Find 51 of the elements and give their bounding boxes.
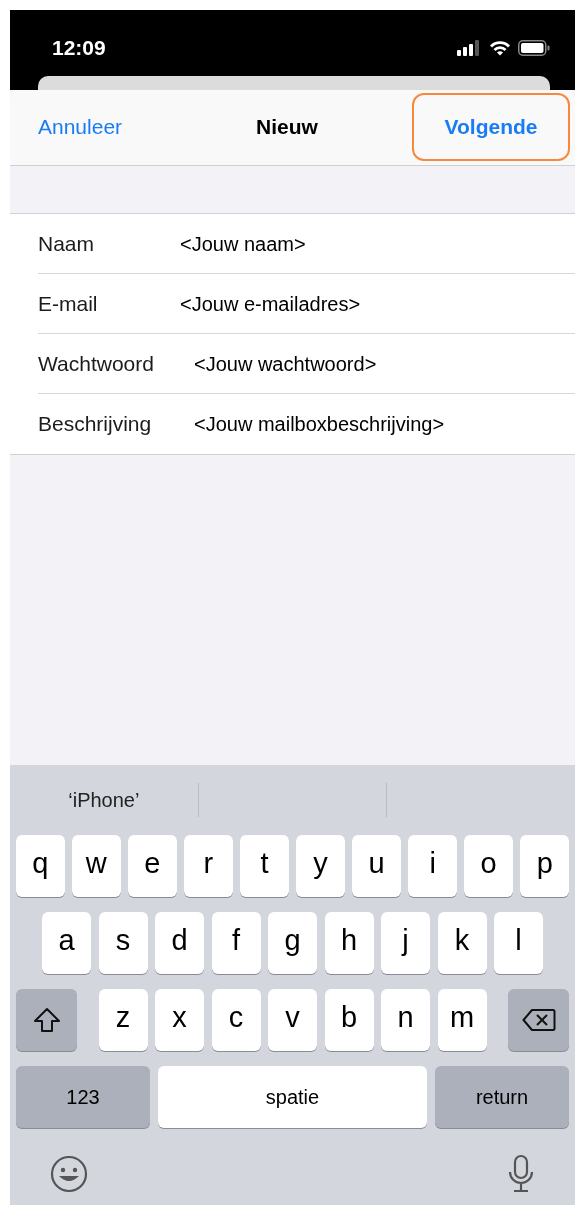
delete-key[interactable] <box>508 989 569 1051</box>
key[interactable]: p <box>520 835 569 897</box>
microphone-icon[interactable] <box>507 1154 535 1194</box>
key[interactable]: s <box>98 912 148 974</box>
next-button[interactable]: Volgende <box>412 92 570 161</box>
key[interactable]: u <box>352 835 401 897</box>
key[interactable]: d <box>155 912 204 974</box>
key[interactable]: l <box>494 912 543 974</box>
shift-icon <box>32 1007 61 1033</box>
numbers-key[interactable]: 123 <box>16 1066 150 1128</box>
key[interactable]: q <box>16 835 65 897</box>
backspace-icon <box>521 1008 556 1032</box>
input-field[interactable]: <Jouw e-mailadres> <box>180 288 575 319</box>
cancel-button[interactable]: Annuleer <box>38 110 123 143</box>
key[interactable]: o <box>464 835 513 897</box>
sheet-title: Nieuw <box>256 113 318 140</box>
shift-key[interactable] <box>16 989 77 1051</box>
field-label: Wachtwoord <box>38 350 155 377</box>
key[interactable]: j <box>381 912 430 974</box>
return-key[interactable]: return <box>435 1066 569 1128</box>
key[interactable]: a <box>42 912 91 974</box>
field-label: Naam <box>38 230 96 257</box>
key[interactable]: w <box>72 835 121 897</box>
key[interactable]: h <box>324 912 374 974</box>
key[interactable]: k <box>437 912 487 974</box>
input-field[interactable]: <Jouw naam> <box>180 228 575 259</box>
key[interactable]: f <box>211 912 261 974</box>
space-key[interactable]: spatie <box>158 1066 427 1128</box>
key[interactable]: n <box>381 989 430 1051</box>
input-field[interactable]: <Jouw wachtwoord> <box>180 348 575 379</box>
key[interactable]: x <box>155 989 204 1051</box>
field-label: Beschrijving <box>38 411 153 438</box>
field-label: E-mail <box>38 290 99 317</box>
key[interactable]: m <box>437 989 487 1051</box>
key[interactable]: c <box>211 989 261 1051</box>
suggestion[interactable]: ‘iPhone’ <box>68 785 140 815</box>
status-time: 12:09 <box>52 35 106 61</box>
key[interactable]: g <box>268 912 317 974</box>
key[interactable]: y <box>296 835 345 897</box>
input-field[interactable]: <Jouw mailboxbeschrijving> <box>180 409 575 439</box>
key[interactable]: e <box>128 835 177 897</box>
wifi-icon <box>489 39 511 56</box>
key[interactable]: v <box>268 989 317 1051</box>
key[interactable]: t <box>240 835 289 897</box>
battery-icon <box>518 39 550 56</box>
key[interactable]: r <box>184 835 233 897</box>
key[interactable]: i <box>408 835 457 897</box>
key[interactable]: b <box>324 989 374 1051</box>
signal-icon <box>457 39 482 56</box>
key[interactable]: z <box>98 989 148 1051</box>
emoji-icon[interactable] <box>50 1155 88 1193</box>
